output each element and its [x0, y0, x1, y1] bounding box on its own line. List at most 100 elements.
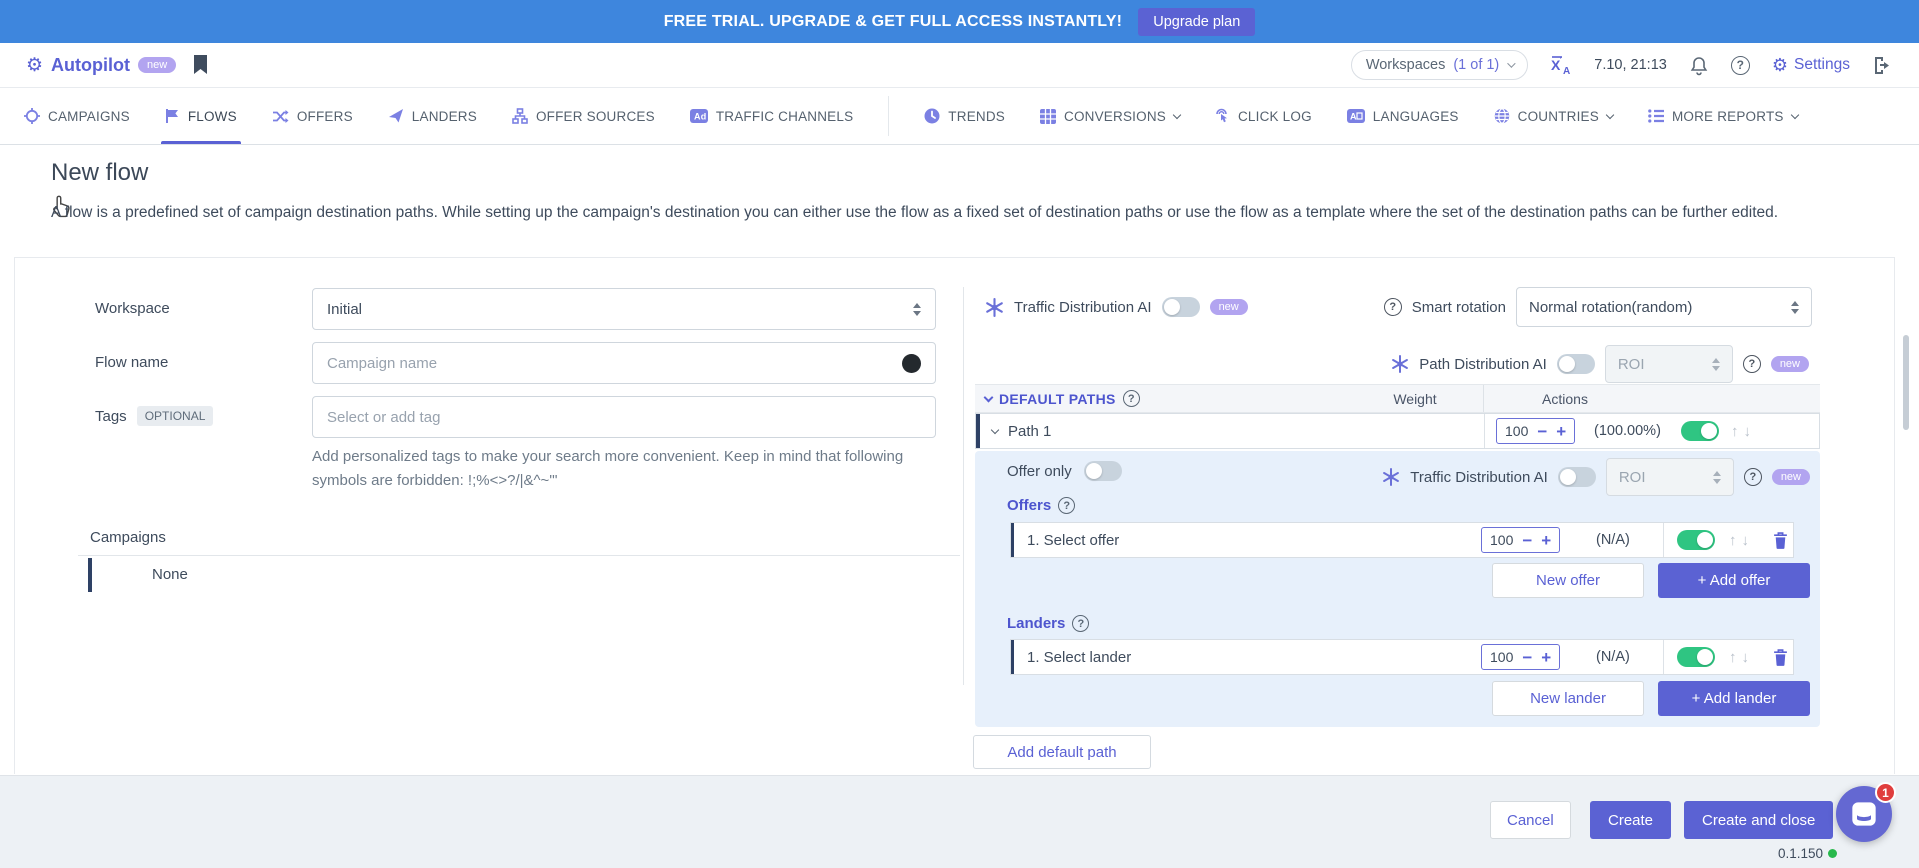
click-icon [1215, 108, 1230, 124]
move-up-icon[interactable]: ↑ [1731, 423, 1739, 440]
cancel-button[interactable]: Cancel [1490, 801, 1571, 839]
nav-traffic-channels[interactable]: Ad TRAFFIC CHANNELS [690, 88, 853, 144]
plus-button[interactable]: + [1556, 423, 1566, 440]
lander-weight-value[interactable]: 100 [1490, 649, 1513, 665]
translate-icon[interactable]: X A [1550, 55, 1572, 75]
workspace-select[interactable]: Initial [312, 288, 936, 330]
new-lander-button[interactable]: New lander [1492, 681, 1644, 716]
row-marker [1011, 523, 1014, 557]
move-up-icon[interactable]: ↑ [1729, 532, 1737, 549]
chevron-down-icon [1606, 110, 1614, 118]
move-up-icon[interactable]: ↑ [1729, 649, 1737, 666]
scrollbar-thumb[interactable] [1903, 335, 1909, 430]
landers-title: Landers [1007, 615, 1065, 632]
svg-text:X: X [1551, 57, 1561, 73]
select-chevrons-icon [1712, 358, 1720, 371]
lander-select[interactable]: 1. Select lander [1027, 649, 1131, 666]
nav-conversions[interactable]: CONVERSIONS [1040, 88, 1180, 144]
path-ai-metric-select[interactable]: ROI [1605, 345, 1733, 383]
smart-rotation-select[interactable]: Normal rotation(random) [1516, 287, 1812, 327]
main-nav: CAMPAIGNS FLOWS OFFERS LANDERS OFFER SOU… [0, 88, 1919, 145]
new-offer-button[interactable]: New offer [1492, 563, 1644, 598]
add-default-path-button[interactable]: Add default path [973, 735, 1151, 769]
flow-name-indicator[interactable] [902, 354, 921, 373]
plus-button[interactable]: + [1541, 532, 1551, 549]
path-ai-label: Path Distribution AI [1419, 356, 1547, 373]
nav-more-reports[interactable]: MORE REPORTS [1648, 88, 1798, 144]
move-down-icon[interactable]: ↓ [1742, 532, 1750, 549]
help-icon[interactable]: ? [1744, 468, 1762, 486]
minus-button[interactable]: − [1522, 532, 1532, 549]
nav-landers[interactable]: LANDERS [388, 88, 477, 144]
offer-only-toggle[interactable] [1084, 461, 1122, 481]
nav-trends[interactable]: TRENDS [924, 88, 1005, 144]
lander-enabled-toggle[interactable] [1677, 647, 1715, 667]
ai-icon [1382, 468, 1400, 486]
move-down-icon[interactable]: ↓ [1744, 423, 1752, 440]
path-traffic-ai-row: Traffic Distribution AI ROI ? new [1382, 457, 1810, 497]
campaigns-label: Campaigns [90, 529, 166, 546]
row-marker [1011, 640, 1014, 674]
tags-label-row: Tags OPTIONAL [95, 406, 213, 426]
chevron-down-icon[interactable] [991, 426, 999, 434]
autopilot-logo[interactable]: ⚙ Autopilot new [26, 55, 176, 76]
offer-enabled-toggle[interactable] [1677, 530, 1715, 550]
path-weight-value[interactable]: 100 [1505, 423, 1528, 439]
path-ai-toggle[interactable] [1557, 354, 1595, 374]
chat-icon [1850, 800, 1878, 828]
nav-click-log[interactable]: CLICK LOG [1215, 88, 1312, 144]
notifications-bell-icon[interactable] [1689, 55, 1709, 76]
flow-name-field-wrap [312, 342, 936, 384]
minus-button[interactable]: − [1537, 423, 1547, 440]
help-icon[interactable]: ? [1743, 355, 1761, 373]
new-badge: new [1771, 356, 1809, 372]
help-icon[interactable]: ? [1731, 56, 1750, 75]
upgrade-plan-button[interactable]: Upgrade plan [1138, 8, 1255, 36]
path-enabled-toggle[interactable] [1681, 421, 1719, 441]
offer-weight-value[interactable]: 100 [1490, 532, 1513, 548]
minus-button[interactable]: − [1522, 649, 1532, 666]
workspaces-selector[interactable]: Workspaces (1 of 1) [1351, 50, 1528, 80]
nav-campaigns[interactable]: CAMPAIGNS [24, 88, 130, 144]
gear-icon: ⚙ [1772, 56, 1788, 74]
default-paths-title: DEFAULT PATHS [999, 391, 1116, 407]
nav-flows[interactable]: FLOWS [165, 88, 237, 144]
traffic-ai-metric-select[interactable]: ROI [1606, 458, 1734, 496]
svg-text:A: A [1350, 112, 1357, 122]
nav-languages[interactable]: A LANGUAGES [1347, 88, 1459, 144]
optional-badge: OPTIONAL [137, 406, 214, 426]
nav-countries[interactable]: COUNTRIES [1494, 88, 1613, 144]
plus-button[interactable]: + [1541, 649, 1551, 666]
svg-text:Ad: Ad [694, 112, 706, 122]
row-marker [976, 414, 980, 448]
traffic-ai-toggle[interactable] [1162, 297, 1200, 317]
logout-icon[interactable] [1872, 56, 1893, 75]
flow-name-input[interactable] [327, 355, 902, 372]
nav-offer-sources[interactable]: OFFER SOURCES [512, 88, 655, 144]
delete-lander-icon[interactable] [1773, 649, 1788, 666]
new-badge: new [1772, 469, 1810, 485]
help-icon[interactable]: ? [1072, 615, 1089, 632]
add-offer-button[interactable]: + Add offer [1658, 563, 1810, 598]
create-button[interactable]: Create [1590, 801, 1671, 839]
chevron-down-icon[interactable] [984, 392, 994, 402]
actions-column-header: Actions [1520, 391, 1610, 407]
nav-offers[interactable]: OFFERS [272, 88, 353, 144]
create-and-close-button[interactable]: Create and close [1684, 801, 1833, 839]
ad-icon: Ad [690, 109, 708, 123]
chat-widget-button[interactable]: 1 [1836, 786, 1892, 842]
add-lander-button[interactable]: + Add lander [1658, 681, 1810, 716]
settings-button[interactable]: ⚙ Settings [1772, 56, 1850, 74]
help-icon[interactable]: ? [1384, 298, 1402, 316]
delete-offer-icon[interactable] [1773, 532, 1788, 549]
move-down-icon[interactable]: ↓ [1742, 649, 1750, 666]
app-header: ⚙ Autopilot new Workspaces (1 of 1) X A … [0, 43, 1919, 88]
lander-buttons: New lander + Add lander [1492, 681, 1810, 716]
tags-input[interactable] [327, 409, 921, 426]
path-traffic-ai-toggle[interactable] [1558, 467, 1596, 487]
target-icon [24, 108, 40, 124]
offer-select[interactable]: 1. Select offer [1027, 532, 1119, 549]
help-icon[interactable]: ? [1058, 497, 1075, 514]
bookmark-icon[interactable] [192, 55, 209, 75]
help-icon[interactable]: ? [1123, 390, 1140, 407]
